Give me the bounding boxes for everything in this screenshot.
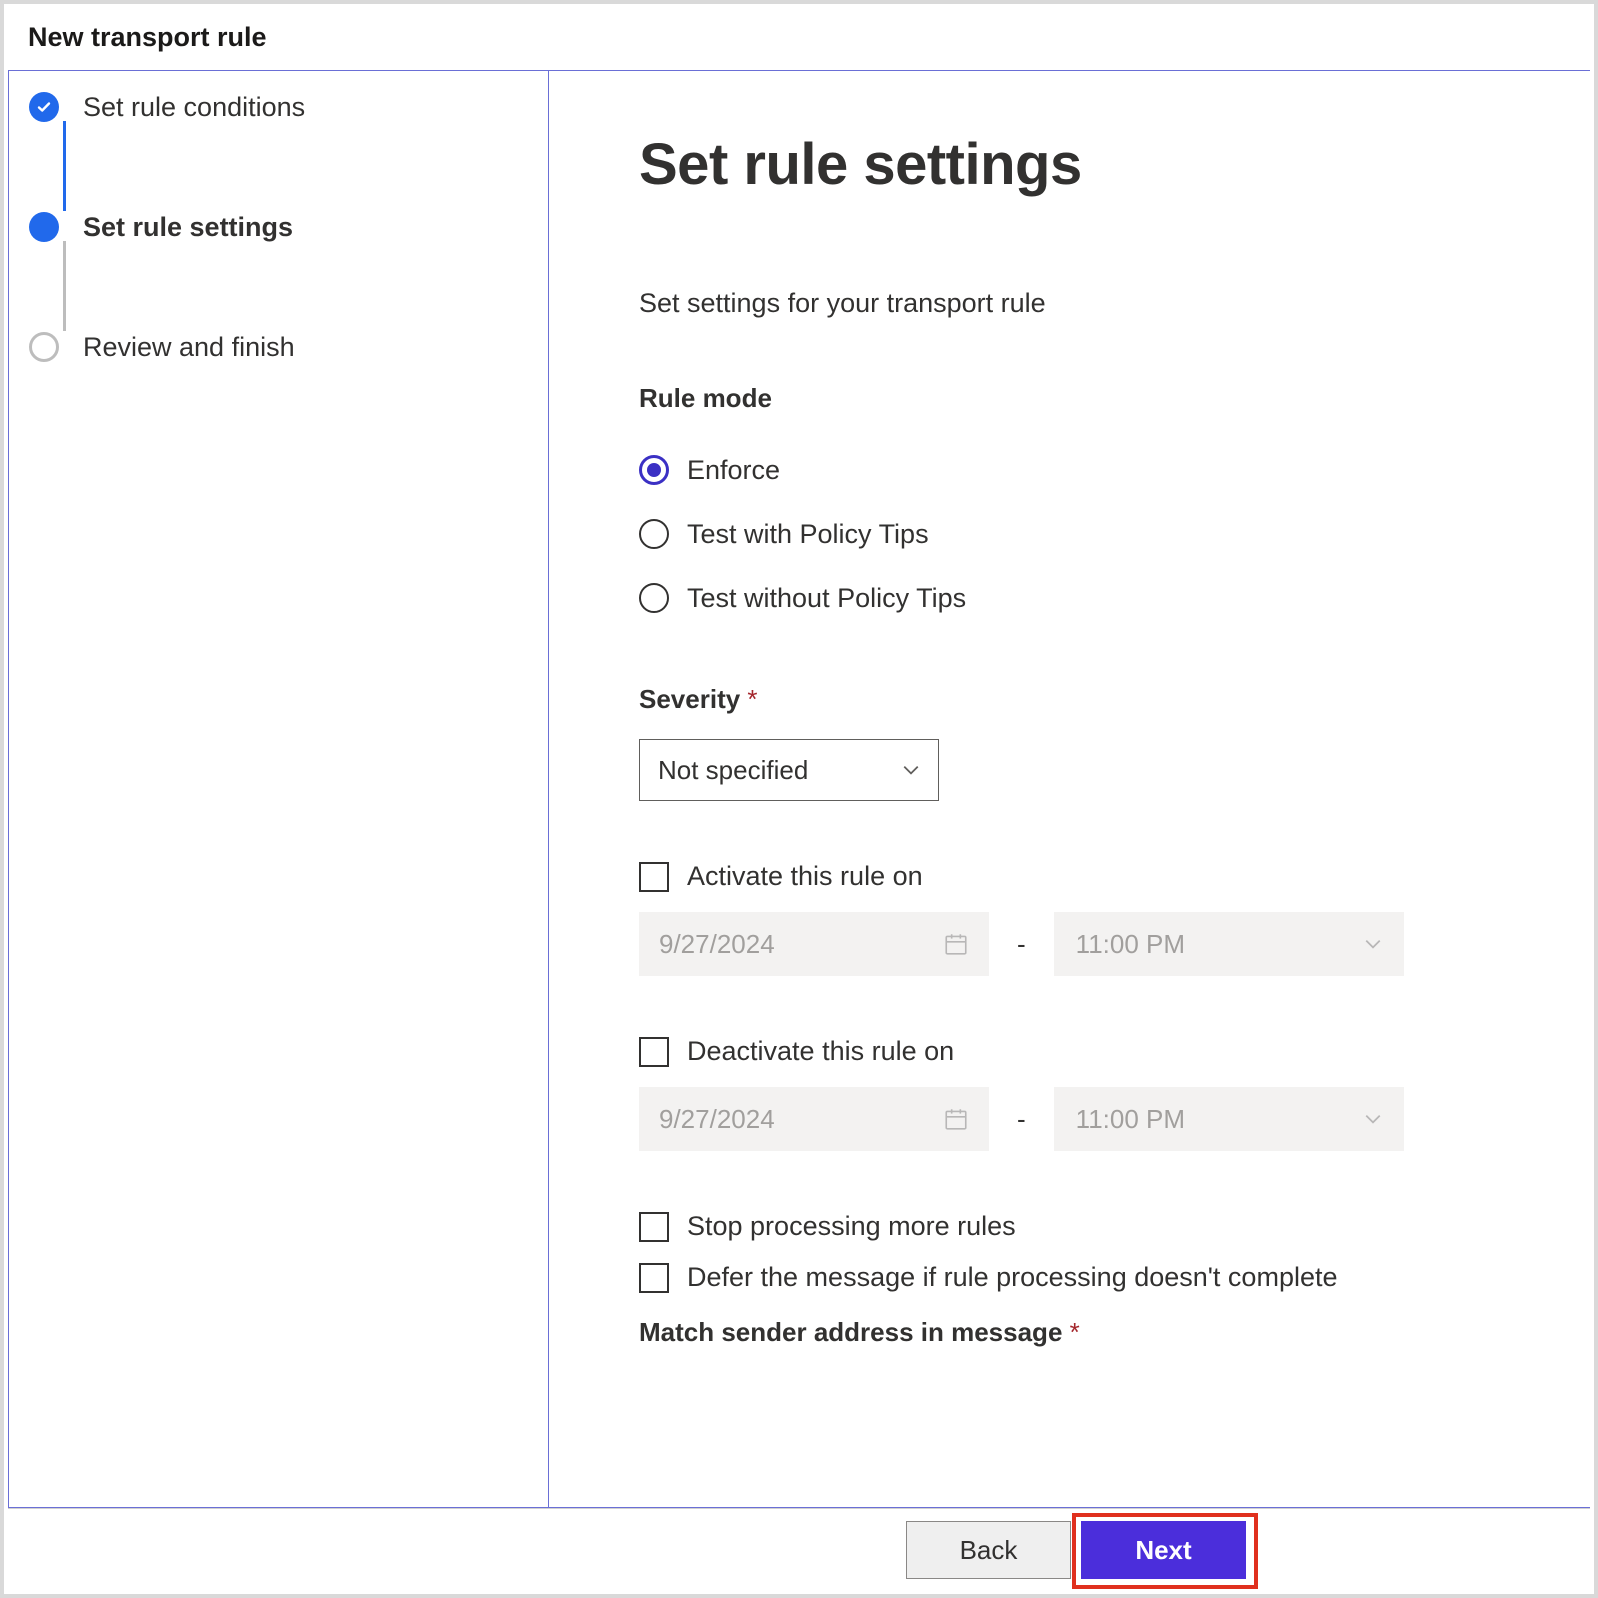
wizard-step-label: Set rule conditions — [83, 92, 305, 123]
stop-processing-label: Stop processing more rules — [687, 1211, 1016, 1242]
chevron-down-icon — [1364, 1110, 1382, 1128]
match-sender-label: Match sender address in message * — [639, 1317, 1500, 1348]
activate-checkbox[interactable] — [639, 862, 669, 892]
chevron-down-icon — [902, 761, 920, 779]
radio-label: Test with Policy Tips — [687, 519, 929, 550]
wizard-sidebar: Set rule conditions Set rule settings Re… — [9, 71, 549, 1507]
step-connector — [63, 241, 66, 331]
back-button[interactable]: Back — [906, 1521, 1071, 1579]
calendar-icon — [943, 931, 969, 957]
deactivate-time-input[interactable]: 11:00 PM — [1054, 1087, 1404, 1151]
deactivate-time-value: 11:00 PM — [1076, 1104, 1185, 1135]
deactivate-date-input[interactable]: 9/27/2024 — [639, 1087, 989, 1151]
rule-mode-group: Enforce Test with Policy Tips Test witho… — [639, 438, 1500, 630]
deactivate-datetime: 9/27/2024 - 11:00 PM — [639, 1087, 1500, 1151]
next-button[interactable]: Next — [1081, 1521, 1246, 1579]
calendar-icon — [943, 1106, 969, 1132]
activate-time-value: 11:00 PM — [1076, 929, 1185, 960]
wizard-step-label: Set rule settings — [83, 212, 293, 243]
activate-time-input[interactable]: 11:00 PM — [1054, 912, 1404, 976]
wizard-step-label: Review and finish — [83, 332, 295, 363]
wizard-window: New transport rule Set rule conditions S… — [0, 0, 1598, 1598]
rule-mode-option-enforce[interactable]: Enforce — [639, 438, 1500, 502]
activate-checkbox-row: Activate this rule on — [639, 861, 1500, 892]
dash-separator: - — [1017, 929, 1026, 960]
radio-icon[interactable] — [639, 583, 669, 613]
extra-options: Stop processing more rules Defer the mes… — [639, 1211, 1500, 1293]
step-active-icon — [29, 212, 59, 242]
wizard-footer: Back Next — [8, 1508, 1590, 1590]
stop-processing-checkbox[interactable] — [639, 1212, 669, 1242]
defer-message-label: Defer the message if rule processing doe… — [687, 1262, 1338, 1293]
deactivate-label: Deactivate this rule on — [687, 1036, 954, 1067]
wizard-main: Set rule settings Set settings for your … — [549, 71, 1590, 1507]
defer-message-row: Defer the message if rule processing doe… — [639, 1262, 1500, 1293]
wizard-step-settings[interactable]: Set rule settings — [29, 207, 548, 247]
deactivate-checkbox[interactable] — [639, 1037, 669, 1067]
rule-mode-label: Rule mode — [639, 383, 1500, 414]
chevron-down-icon — [1364, 935, 1382, 953]
activate-datetime: 9/27/2024 - 11:00 PM — [639, 912, 1500, 976]
step-pending-icon — [29, 332, 59, 362]
activate-date-input[interactable]: 9/27/2024 — [639, 912, 989, 976]
page-title: Set rule settings — [639, 131, 1500, 198]
check-icon — [29, 92, 59, 122]
defer-message-checkbox[interactable] — [639, 1263, 669, 1293]
wizard-step-review[interactable]: Review and finish — [29, 327, 548, 367]
radio-label: Test without Policy Tips — [687, 583, 966, 614]
severity-value: Not specified — [658, 755, 808, 786]
dash-separator: - — [1017, 1104, 1026, 1135]
severity-select[interactable]: Not specified — [639, 739, 939, 801]
radio-icon[interactable] — [639, 455, 669, 485]
step-connector — [63, 121, 66, 211]
wizard-body: Set rule conditions Set rule settings Re… — [8, 70, 1590, 1508]
stop-processing-row: Stop processing more rules — [639, 1211, 1500, 1242]
severity-label: Severity — [639, 684, 1500, 715]
radio-icon[interactable] — [639, 519, 669, 549]
radio-label: Enforce — [687, 455, 780, 486]
page-subtitle: Set settings for your transport rule — [639, 288, 1500, 319]
window-title: New transport rule — [4, 4, 1594, 63]
deactivate-date-value: 9/27/2024 — [659, 1104, 775, 1135]
activate-label: Activate this rule on — [687, 861, 923, 892]
deactivate-checkbox-row: Deactivate this rule on — [639, 1036, 1500, 1067]
activate-date-value: 9/27/2024 — [659, 929, 775, 960]
rule-mode-option-test-notips[interactable]: Test without Policy Tips — [639, 566, 1500, 630]
rule-mode-option-test-tips[interactable]: Test with Policy Tips — [639, 502, 1500, 566]
wizard-step-conditions[interactable]: Set rule conditions — [29, 87, 548, 127]
